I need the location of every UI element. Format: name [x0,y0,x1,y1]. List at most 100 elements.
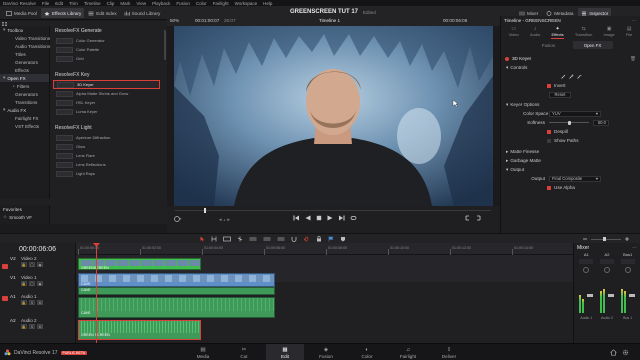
despill-row[interactable]: Despill [501,127,640,136]
flag-icon[interactable] [328,236,334,242]
tree-item[interactable]: ▾ Open FX [0,74,49,82]
settings-gear-icon[interactable] [622,349,629,356]
invert-checkbox[interactable] [547,83,551,88]
channel-eq-thumb[interactable] [620,259,635,264]
playhead[interactable] [96,243,97,343]
fx-item[interactable]: 3D Keyer [53,80,160,89]
tree-item[interactable]: Video Transitions [0,34,50,42]
fx-item[interactable]: Color Palette [53,45,160,54]
menu-mark[interactable]: Mark [120,1,130,6]
overwrite-icon[interactable] [263,236,271,242]
menu-timeline[interactable]: Timeline [84,1,101,6]
channel-pan-knob[interactable] [583,267,590,273]
channel-fader[interactable] [587,294,594,297]
channel-fader[interactable] [607,294,614,297]
viewer-timeline-name[interactable]: Timeline 1 [319,18,340,23]
fx-item[interactable]: Color Generator [53,36,160,45]
effect-delete-icon[interactable]: 🗑 [630,56,636,62]
zoom-in-icon[interactable] [624,236,630,242]
video-viewer[interactable] [174,26,493,206]
tab-image[interactable]: ▣ Image [604,26,615,39]
destination-marker[interactable] [2,264,8,269]
invert-row[interactable]: Invert [501,81,640,90]
page-tab-fairlight[interactable]: ♫ Fairlight [389,344,427,360]
edit-index-button[interactable]: Edit Index [85,8,119,18]
grid-view-icon[interactable] [2,21,7,26]
tree-item[interactable]: Effects [0,66,49,74]
sound-library-button[interactable]: Sound Library [121,8,164,18]
zoom-slider-handle[interactable] [603,237,606,241]
timeline-ruler[interactable]: 01:00:00:00 01:00:02:00 01:00:04:00 01:00:0… [76,243,573,255]
solo-button[interactable]: S [29,324,35,329]
blade-tool-icon[interactable] [237,236,243,242]
tab-effects[interactable]: ✦ Effects [551,26,564,39]
stop-icon[interactable] [316,215,322,221]
snapping-icon[interactable] [291,236,297,242]
trim-tool-icon[interactable] [211,236,217,242]
zoom-out-icon[interactable] [582,236,588,242]
reset-button[interactable]: Reset [549,91,571,98]
softness-input[interactable]: 50.0 [593,119,609,126]
track-header[interactable]: V1 Video 1 🔒 ▢ ◉ [0,275,76,289]
show-paths-row[interactable]: Show Paths [501,136,640,145]
controls-section-header[interactable]: ▾ Controls [501,63,640,72]
mark-out-icon[interactable] [475,215,481,221]
v1-clip-lower[interactable]: CAVE [78,287,275,295]
tree-item[interactable]: ▾ Toolbox [0,26,49,34]
matte-finesse-header[interactable]: ▸ Matte Finesse [501,147,640,156]
channel-pan-knob[interactable] [603,267,610,273]
v1-clip[interactable]: CAVE [78,273,275,287]
effects-library-button[interactable]: Effects Library [40,8,85,18]
tree-item[interactable]: VST Effects [0,122,49,130]
timeline-area[interactable]: 01:00:00:00 01:00:02:00 01:00:04:00 01:00:0… [76,243,573,343]
link-icon[interactable] [303,236,310,242]
despill-checkbox[interactable] [547,129,551,134]
insert-icon[interactable] [249,236,257,242]
tree-item[interactable]: Transitions [0,98,49,106]
tree-item[interactable]: ▸ Filters [0,82,49,90]
track-lock-icon[interactable]: 🔒 [21,324,27,329]
channel-eq-thumb[interactable] [579,259,594,264]
page-tab-cut[interactable]: ✂ Cut [225,344,263,360]
track-visibility-icon[interactable]: ◉ [37,281,43,286]
menu-edit[interactable]: Edit [55,1,63,6]
use-alpha-row[interactable]: Use Alpha [501,183,640,192]
track-header[interactable]: V2 Video 2 🔒 ▢ ◉ [0,256,76,268]
use-alpha-checkbox[interactable] [547,185,551,190]
track-name[interactable]: Audio 2 [21,318,37,323]
track-visibility-icon[interactable]: ◉ [37,262,43,267]
fx-item[interactable]: Grid [53,54,160,63]
keyer-options-header[interactable]: ▾ Keyer Options [501,100,640,109]
page-tab-edit[interactable]: ▦ Edit [266,344,304,360]
track-name[interactable]: Video 2 [21,256,37,261]
menu-clip[interactable]: Clip [107,1,115,6]
page-tab-media[interactable]: ▤ Media [184,344,222,360]
favorites-item[interactable]: ☆ Smooth VF [0,213,49,221]
eyedropper-icon[interactable] [561,74,566,79]
page-tab-fusion[interactable]: ◈ Fusion [307,344,345,360]
softness-slider[interactable] [549,120,589,125]
destination-marker[interactable] [2,296,8,301]
loop-icon[interactable] [350,215,357,221]
menu-trim[interactable]: Trim [69,1,78,6]
solo-button[interactable]: S [29,300,35,305]
fx-item[interactable]: Luma Keyer [53,107,160,116]
auto-select-icon[interactable]: ▢ [29,262,35,267]
menu-playback[interactable]: Playback [152,1,170,6]
mark-in-icon[interactable] [465,215,471,221]
effect-header[interactable]: 3D Keyer 🗑 [501,54,640,63]
effects-list-scrollbar[interactable] [164,30,166,60]
menu-fusion[interactable]: Fusion [176,1,190,6]
subtab-open-fx[interactable]: Open FX [572,41,613,49]
marker-icon[interactable] [340,236,346,242]
selection-tool-icon[interactable] [200,236,205,242]
track-lock-icon[interactable]: 🔒 [21,281,27,286]
home-icon[interactable] [610,349,617,356]
zoom-slider[interactable] [591,237,621,241]
fx-item[interactable]: Alpha Matte Shrink and Grow [53,89,160,98]
tree-item[interactable]: Generators [0,58,49,66]
viewer-options-icon[interactable] [174,216,182,222]
play-reverse-icon[interactable] [305,215,311,221]
tree-item[interactable]: Generators [0,90,49,98]
favorites-header[interactable]: Favorites [0,205,49,213]
